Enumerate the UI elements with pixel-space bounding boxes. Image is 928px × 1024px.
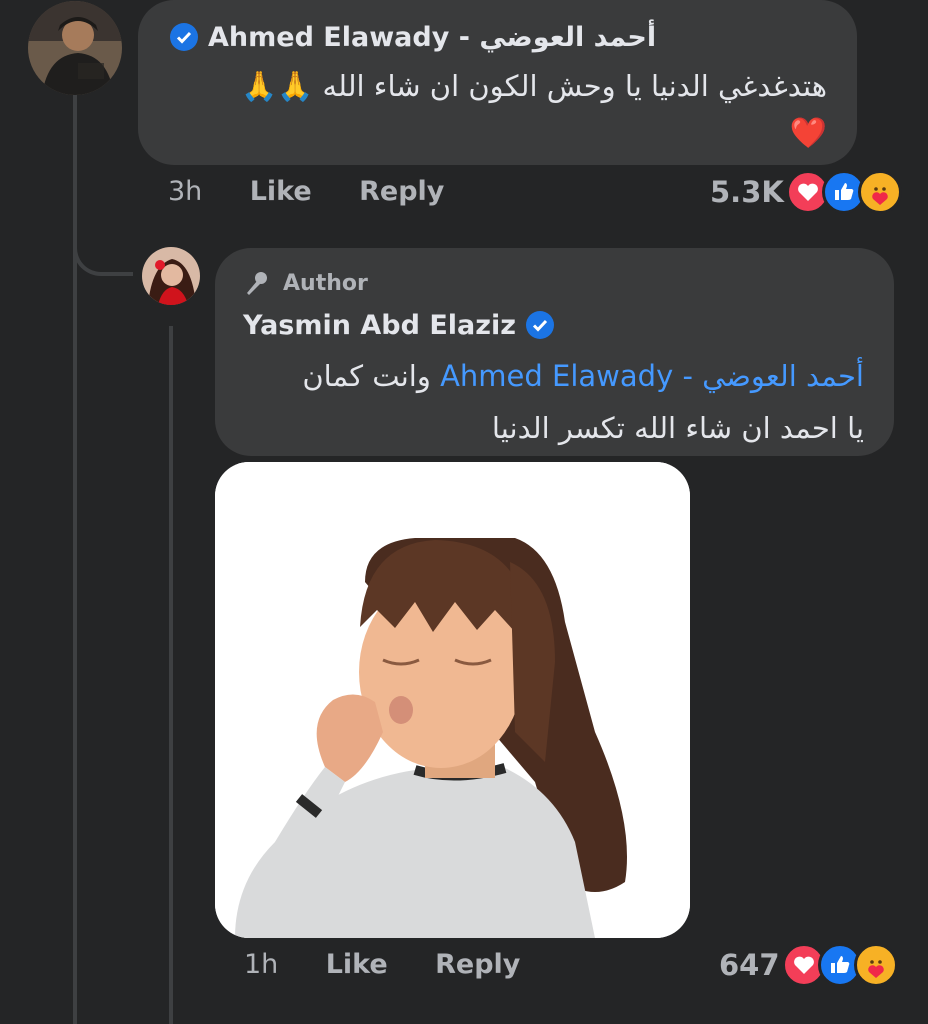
author-name: Ahmed Elawady - أحمد العوضي [208,21,657,53]
reply-button[interactable]: Reply [435,949,520,980]
sticker-image[interactable] [215,462,690,938]
verified-badge-icon [525,311,554,339]
comment-text-2-line2: يا احمد ان شاء الله تكسر الدنيا [491,411,864,445]
care-reaction-icon [853,943,898,987]
reactions-summary-2[interactable]: 647 [719,943,898,987]
reaction-count: 647 [719,948,780,982]
microphone-icon [243,269,271,297]
thread-line-reply [169,326,173,1024]
reply-button[interactable]: Reply [359,176,444,207]
comment-text-heart: ❤️ [789,116,827,151]
comment-text-1: هتدغدغي الدنيا يا وحش الكون ان شاء الله … [241,69,827,103]
comment-time[interactable]: 3h [168,176,202,207]
comment-meta-1: 3h Like Reply [168,176,444,207]
author-badge: Author [243,268,864,298]
comment-time[interactable]: 1h [244,949,278,980]
care-reaction-icon [857,170,902,214]
comment-bubble-1: Ahmed Elawady - أحمد العوضي هتدغدغي الدن… [138,0,857,165]
author-name: Yasmin Abd Elaziz [243,309,516,341]
reaction-count: 5.3K [710,175,784,209]
reactions-summary-1[interactable]: 5.3K [710,170,902,214]
like-button[interactable]: Like [326,949,388,980]
comment-author-2[interactable]: Yasmin Abd Elaziz [243,302,864,348]
thread-connector [73,220,133,276]
mention-link[interactable]: أحمد العوضي - Ahmed Elawady [440,359,864,393]
avatar-yasmin[interactable] [142,247,200,305]
comment-meta-2: 1h Like Reply [244,949,520,980]
comment-bubble-2: Author Yasmin Abd Elaziz أحمد العوضي - A… [215,248,894,456]
verified-badge-icon [170,23,198,51]
comment-text-2: أحمد العوضي - Ahmed Elawady وانت كمان [302,359,864,393]
like-button[interactable]: Like [250,176,312,207]
avatar-ahmed[interactable] [28,1,122,95]
comment-author-1[interactable]: Ahmed Elawady - أحمد العوضي [170,16,827,58]
